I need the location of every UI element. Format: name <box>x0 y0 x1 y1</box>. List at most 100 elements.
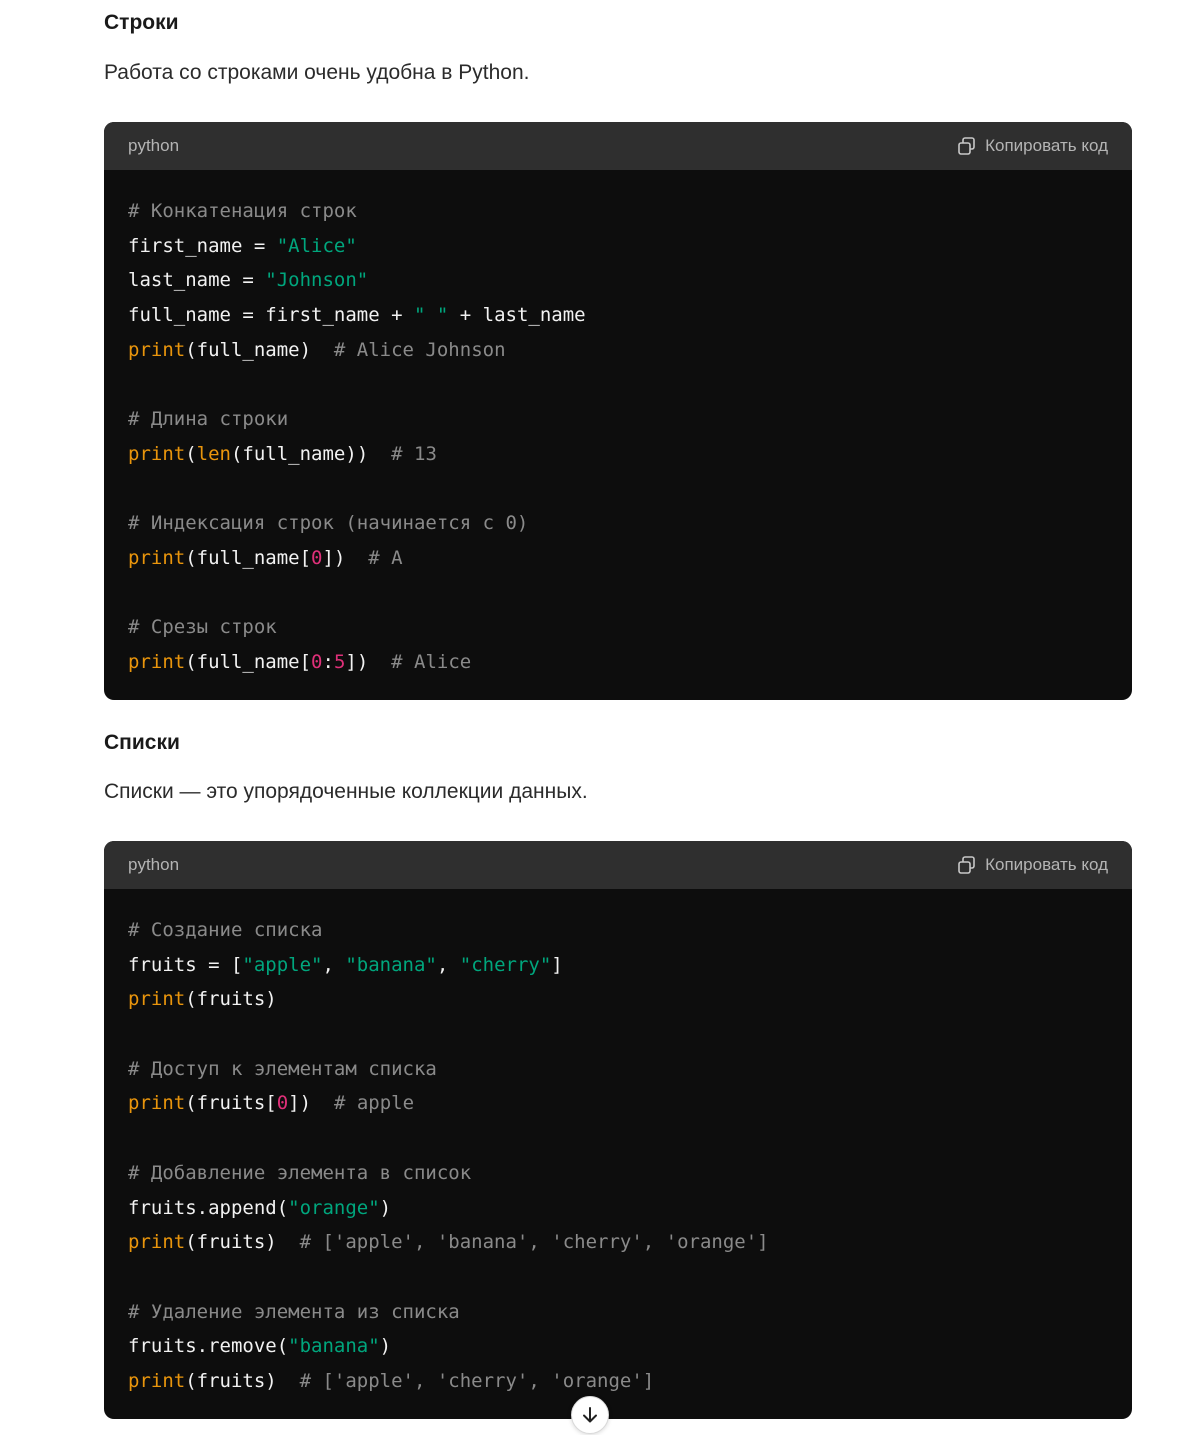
copy-code-label: Копировать код <box>985 855 1108 874</box>
code-token-plain: (full_name[ <box>185 650 312 673</box>
arrow-down-icon <box>583 1407 597 1423</box>
code-line: print(fruits) # ['apple', 'cherry', 'ora… <box>128 1364 1108 1399</box>
code-line: # Конкатенация строк <box>128 194 1108 229</box>
code-token-comment: # Индексация строк (начинается с 0) <box>128 512 529 535</box>
code-token-plain: ( <box>185 442 197 465</box>
code-token-comment: # Длина строки <box>128 408 289 431</box>
code-token-plain: fruits.remove( <box>128 1335 289 1358</box>
section-heading-strings: Строки <box>104 11 179 34</box>
code-token-builtin: print <box>128 988 186 1011</box>
code-token-comment: # Доступ к элементам списка <box>128 1057 437 1080</box>
code-token-plain: : <box>322 650 334 673</box>
code-line: last_name = "Johnson" <box>128 263 1108 298</box>
code-token-builtin: print <box>128 442 186 465</box>
code-token-string: " " <box>413 304 449 327</box>
code-token-builtin: len <box>196 442 231 465</box>
code-token-string: "orange" <box>288 1196 380 1219</box>
scroll-to-bottom-button[interactable] <box>571 1396 609 1434</box>
code-token-number: 0 <box>276 1092 289 1115</box>
code-token-plain: first_name = <box>128 234 277 257</box>
code-token-comment: # Alice Johnson <box>333 338 506 361</box>
section-paragraph-lists: Списки — это упорядоченные коллекции дан… <box>104 780 588 803</box>
code-line: # Создание списка <box>128 913 1108 948</box>
code-token-plain: (full_name[ <box>185 546 312 569</box>
code-line: print(fruits) # ['apple', 'banana', 'che… <box>128 1225 1108 1260</box>
code-token-plain: fruits = [ <box>128 953 243 976</box>
code-block-lists: python Копировать код # Создание списка f… <box>104 841 1132 1419</box>
code-token-string: "cherry" <box>459 953 552 976</box>
code-token-comment: # Срезы строк <box>128 616 277 639</box>
code-token-plain: last_name = <box>128 269 266 292</box>
copy-code-button[interactable]: Копировать код <box>957 136 1108 156</box>
code-line: print(fruits) <box>128 982 1108 1017</box>
code-language-label: python <box>128 136 180 155</box>
copy-icon <box>958 856 975 874</box>
code-token-plain: (fruits) <box>185 988 277 1011</box>
code-body: # Конкатенация строк first_name = "Alice"… <box>104 170 1132 680</box>
code-token-builtin: print <box>128 338 186 361</box>
code-token-plain: , <box>322 953 346 976</box>
code-token-plain: (full_name)) <box>230 442 392 465</box>
copy-code-button[interactable]: Копировать код <box>957 855 1108 875</box>
code-token-builtin: print <box>128 1369 186 1392</box>
code-line: # Индексация строк (начинается с 0) <box>128 506 1108 541</box>
code-line: fruits.append("orange") <box>128 1191 1108 1226</box>
code-token-number: 5 <box>333 650 346 673</box>
copy-icon <box>958 137 975 155</box>
code-token-plain: (fruits) <box>185 1369 300 1392</box>
code-line: fruits = ["apple", "banana", "cherry"] <box>128 948 1108 983</box>
code-token-comment: # Alice <box>391 650 472 673</box>
code-token-plain: + last_name <box>448 304 586 327</box>
code-token-plain: (fruits[ <box>185 1092 277 1115</box>
code-token-plain: full_name = first_name + <box>128 304 414 327</box>
code-language-label: python <box>128 855 180 874</box>
section-heading-lists: Списки <box>104 731 180 754</box>
code-line: print(full_name[0:5]) # Alice <box>128 645 1108 680</box>
code-line: # Добавление элемента в список <box>128 1156 1108 1191</box>
code-line: print(full_name) # Alice Johnson <box>128 333 1108 368</box>
code-line: # Доступ к элементам списка <box>128 1052 1108 1087</box>
code-token-number: 0 <box>311 650 323 673</box>
code-line: # Длина строки <box>128 402 1108 437</box>
code-token-comment: # Удаление элемента из списка <box>128 1300 460 1323</box>
code-line: fruits.remove("banana") <box>128 1329 1108 1364</box>
code-token-builtin: print <box>128 1092 186 1115</box>
code-token-string: "apple" <box>242 953 323 976</box>
code-token-string: "banana" <box>345 953 437 976</box>
code-token-plain: ]) <box>345 650 392 673</box>
code-token-comment: # Добавление элемента в список <box>128 1161 472 1184</box>
code-line: print(full_name[0]) # A <box>128 541 1108 576</box>
code-token-plain: ]) <box>288 1092 334 1115</box>
code-token-plain: ]) <box>322 546 369 569</box>
code-line: print(len(full_name)) # 13 <box>128 437 1108 472</box>
code-token-builtin: print <box>128 546 186 569</box>
code-block-header: python Копировать код <box>104 841 1132 889</box>
code-block-header: python Копировать код <box>104 122 1132 170</box>
code-block-strings: python Копировать код # Конкатенация стр… <box>104 122 1132 700</box>
code-token-string: "Johnson" <box>265 269 369 292</box>
code-token-comment: # A <box>368 546 403 569</box>
code-token-comment: # Создание списка <box>128 919 323 941</box>
code-token-comment: # apple <box>333 1092 415 1115</box>
code-token-number: 0 <box>311 546 323 569</box>
code-token-comment: # ['apple', 'banana', 'cherry', 'orange'… <box>299 1231 769 1254</box>
code-token-comment: # 13 <box>391 442 437 465</box>
code-token-builtin: print <box>128 650 186 673</box>
code-token-plain: , <box>436 953 460 976</box>
code-token-plain: ) <box>379 1335 392 1358</box>
code-line: # Срезы строк <box>128 610 1108 645</box>
code-line: first_name = "Alice" <box>128 229 1108 264</box>
section-paragraph-strings: Работа со строками очень удобна в Python… <box>104 61 530 84</box>
code-line: print(fruits[0]) # apple <box>128 1086 1108 1121</box>
code-body: # Создание списка fruits = ["apple", "ban… <box>104 889 1132 1399</box>
code-token-string: "Alice" <box>276 234 357 257</box>
code-token-comment: # ['apple', 'cherry', 'orange'] <box>299 1369 655 1392</box>
code-token-plain: ) <box>379 1196 392 1219</box>
code-token-plain: (full_name) <box>185 338 334 361</box>
